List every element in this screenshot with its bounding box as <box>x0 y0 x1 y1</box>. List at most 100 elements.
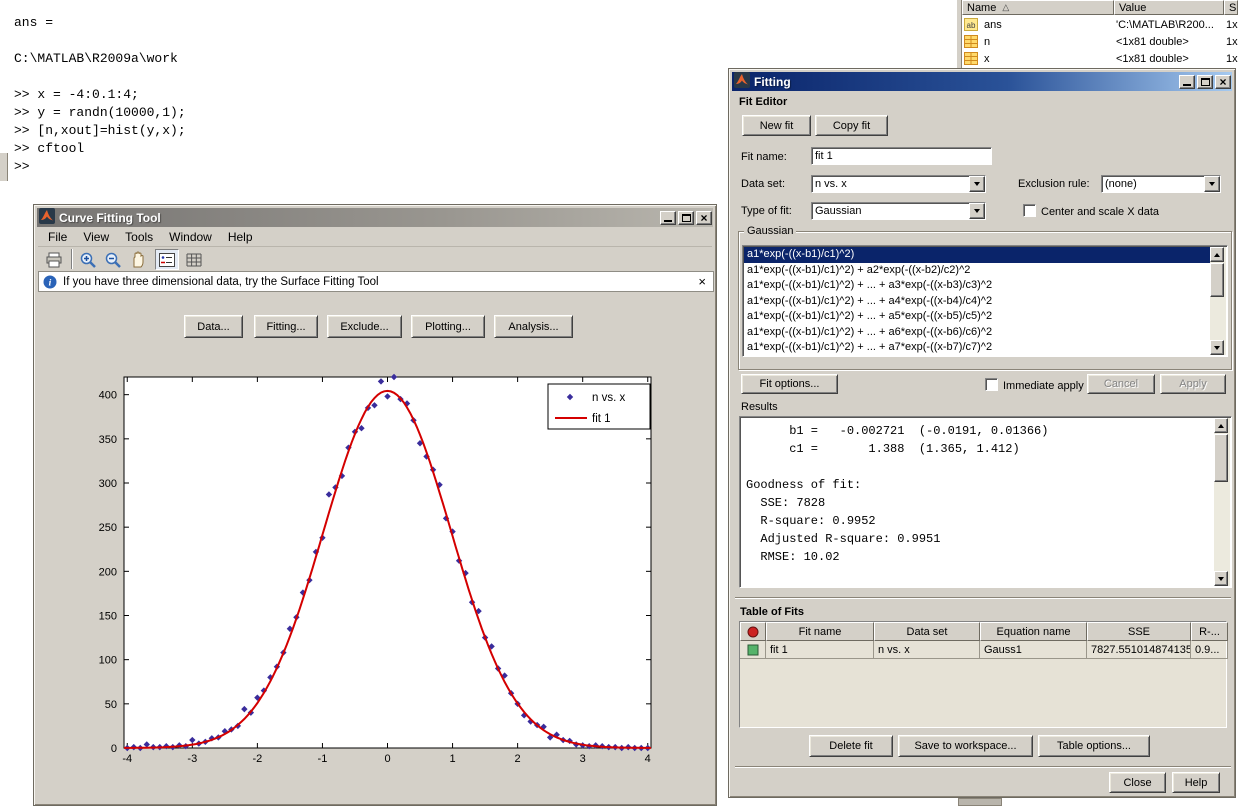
dropdown-button[interactable] <box>969 203 985 219</box>
table-options-button[interactable]: Table options... <box>1038 735 1150 757</box>
print-icon[interactable] <box>42 249 66 270</box>
immediate-apply-checkbox[interactable] <box>985 378 998 391</box>
screen: ans = C:\MATLAB\R2009a\work >> x = -4:0.… <box>0 0 1238 806</box>
svg-text:3: 3 <box>580 753 586 765</box>
scroll-down-button[interactable] <box>1210 340 1224 355</box>
copy-fit-button[interactable]: Copy fit <box>815 115 888 136</box>
plot-toggle-cell[interactable] <box>740 641 766 659</box>
svg-text:350: 350 <box>99 434 117 446</box>
pan-hand-icon[interactable] <box>126 249 150 270</box>
type-of-fit-dropdown[interactable]: Gaussian <box>811 202 986 220</box>
dropdown-button[interactable] <box>969 176 985 192</box>
close-dialog-button[interactable]: Close <box>1109 772 1166 793</box>
menu-window[interactable]: Window <box>161 228 220 246</box>
command-window[interactable]: ans = C:\MATLAB\R2009a\work >> x = -4:0.… <box>14 14 186 176</box>
svg-text:0: 0 <box>384 753 390 765</box>
table-of-fits: Fit name Data set Equation name SSE R-..… <box>739 621 1227 728</box>
svg-text:150: 150 <box>99 611 117 623</box>
workspace-column-name[interactable]: Name △ <box>962 0 1114 15</box>
equation-item[interactable]: a1*exp(-((x-b1)/c1)^2) + ... + a5*exp(-(… <box>744 309 1210 325</box>
listbox-scrollbar[interactable] <box>1210 247 1226 355</box>
equation-listbox[interactable]: a1*exp(-((x-b1)/c1)^2) a1*exp(-((x-b1)/c… <box>742 245 1228 357</box>
fitting-button[interactable]: Fitting... <box>254 315 318 338</box>
equation-item[interactable]: a1*exp(-((x-b1)/c1)^2) + a2*exp(-((x-b2)… <box>744 263 1210 279</box>
close-button[interactable]: × <box>696 211 712 225</box>
column-header-rsquare[interactable]: R-... <box>1191 622 1228 641</box>
exclusion-rule-dropdown[interactable]: (none) <box>1101 175 1221 193</box>
scroll-down-button[interactable] <box>1214 571 1228 586</box>
scroll-up-button[interactable] <box>1210 247 1224 262</box>
plot-column-header[interactable] <box>740 622 766 641</box>
workspace-column-size[interactable]: Siz <box>1224 0 1238 15</box>
new-fit-button[interactable]: New fit <box>742 115 811 136</box>
center-scale-label: Center and scale X data <box>1041 206 1159 218</box>
fit-name-input[interactable] <box>811 147 992 165</box>
dropdown-button[interactable] <box>1204 176 1220 192</box>
groupbox-label: Gaussian <box>744 225 796 237</box>
maximize-button[interactable] <box>678 211 694 225</box>
exclude-button[interactable]: Exclude... <box>327 315 402 338</box>
center-scale-checkbox[interactable] <box>1023 204 1036 217</box>
scroll-thumb[interactable] <box>1214 434 1228 482</box>
column-header-equation[interactable]: Equation name <box>980 622 1087 641</box>
help-button[interactable]: Help <box>1172 772 1220 793</box>
minimize-button[interactable] <box>660 211 676 225</box>
fit-editor-label: Fit Editor <box>739 96 787 108</box>
close-button[interactable]: × <box>1215 75 1231 89</box>
zoom-out-icon[interactable] <box>101 249 125 270</box>
svg-text:0: 0 <box>111 743 117 755</box>
menu-file[interactable]: File <box>40 228 75 246</box>
minimize-icon <box>1183 84 1191 86</box>
maximize-button[interactable] <box>1197 75 1213 89</box>
workspace-column-value[interactable]: Value <box>1114 0 1224 15</box>
infobar-close-icon[interactable]: × <box>698 275 706 288</box>
scroll-up-button[interactable] <box>1214 418 1228 433</box>
equation-item[interactable]: a1*exp(-((x-b1)/c1)^2) + ... + a7*exp(-(… <box>744 340 1210 356</box>
chevron-down-icon <box>974 209 980 213</box>
analysis-button[interactable]: Analysis... <box>494 315 573 338</box>
grid-toggle-icon[interactable] <box>182 249 206 270</box>
svg-text:200: 200 <box>99 566 117 578</box>
green-square-icon <box>747 644 759 656</box>
equation-item[interactable]: a1*exp(-((x-b1)/c1)^2) + ... + a6*exp(-(… <box>744 325 1210 341</box>
column-header-sse[interactable]: SSE <box>1087 622 1191 641</box>
equation-item-selected[interactable]: a1*exp(-((x-b1)/c1)^2) <box>744 247 1210 263</box>
results-box[interactable]: b1 = -0.002721 (-0.0191, 0.01366) c1 = 1… <box>739 416 1232 588</box>
equation-item[interactable]: a1*exp(-((x-b1)/c1)^2) + ... + a4*exp(-(… <box>744 294 1210 310</box>
results-label: Results <box>741 401 778 413</box>
plotting-button[interactable]: Plotting... <box>411 315 485 338</box>
data-button[interactable]: Data... <box>184 315 243 338</box>
arrow-down-icon <box>1214 346 1220 350</box>
minimize-button[interactable] <box>1179 75 1195 89</box>
apply-button[interactable]: Apply <box>1160 374 1226 394</box>
menu-help[interactable]: Help <box>220 228 261 246</box>
plot-canvas[interactable]: -4-3-2-101234050100150200250300350400n v… <box>84 368 714 780</box>
legend-toggle-icon[interactable] <box>155 249 179 270</box>
delete-fit-button[interactable]: Delete fit <box>809 735 893 757</box>
menu-view[interactable]: View <box>75 228 117 246</box>
immediate-apply-label: Immediate apply <box>1003 380 1084 392</box>
variable-name: x <box>984 53 990 65</box>
fit-options-button[interactable]: Fit options... <box>741 374 838 394</box>
equation-item[interactable]: a1*exp(-((x-b1)/c1)^2) + ... + a3*exp(-(… <box>744 278 1210 294</box>
svg-text:4: 4 <box>645 753 651 765</box>
workspace-panel: Name △ Value Siz ab ans 'C:\MATLAB\R200.… <box>956 0 1238 68</box>
data-set-dropdown[interactable]: n vs. x <box>811 175 986 193</box>
window-title: Fitting <box>754 75 791 89</box>
cell-sse: 7827.551014874135 <box>1087 641 1191 659</box>
save-to-workspace-button[interactable]: Save to workspace... <box>898 735 1033 757</box>
cancel-button[interactable]: Cancel <box>1087 374 1155 394</box>
cell-rsquare: 0.9... <box>1191 641 1228 659</box>
svg-text:250: 250 <box>99 522 117 534</box>
scroll-thumb[interactable] <box>1210 263 1224 297</box>
cft-titlebar[interactable]: Curve Fitting Tool × <box>37 208 713 227</box>
column-header-data-set[interactable]: Data set <box>874 622 980 641</box>
results-scrollbar[interactable] <box>1214 418 1230 586</box>
sort-asc-icon: △ <box>1002 2 1009 13</box>
variable-value: <1x81 double> <box>1116 36 1189 48</box>
zoom-in-icon[interactable] <box>76 249 100 270</box>
fitting-titlebar[interactable]: Fitting × <box>732 72 1232 91</box>
svg-text:-4: -4 <box>122 753 132 765</box>
column-header-fit-name[interactable]: Fit name <box>766 622 874 641</box>
menu-tools[interactable]: Tools <box>117 228 161 246</box>
